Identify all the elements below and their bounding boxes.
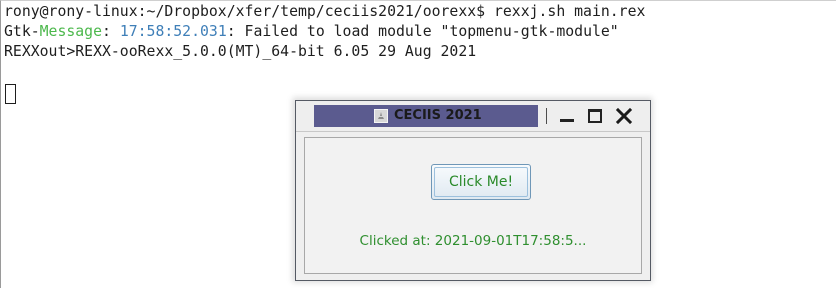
maximize-icon — [588, 109, 602, 123]
minimize-icon — [560, 119, 574, 122]
java-app-icon — [374, 109, 388, 123]
window-title: CECIIS 2021 — [394, 108, 482, 123]
terminal-rexx-output-line: REXXout>REXX-ooRexx_5.0.0(MT)_64-bit 6.0… — [4, 43, 477, 60]
terminal-cursor — [5, 84, 16, 104]
clicked-at-status: Clicked at: 2021-09-01T17:58:5... — [359, 233, 587, 249]
gtk-message-label: Message — [39, 23, 102, 40]
minimize-button[interactable] — [556, 104, 578, 128]
gtk-timestamp: 17:58:52.031 — [119, 23, 227, 40]
gtk-message-text: : Failed to load module "topmenu-gtk-mod… — [226, 23, 619, 40]
maximize-button[interactable] — [585, 104, 607, 128]
terminal-prompt-line: rony@rony-linux:~/Dropbox/xfer/temp/ceci… — [4, 3, 646, 20]
button-focus-ring — [434, 167, 528, 197]
gtk-colon: : — [102, 23, 120, 40]
title-bar[interactable]: CECIIS 2021 — [296, 101, 650, 132]
terminal-gtk-message-line: Gtk-Message: 17:58:52.031: Failed to loa… — [4, 22, 619, 42]
title-bar-active-region[interactable]: CECIIS 2021 — [314, 105, 538, 127]
close-icon — [615, 107, 633, 125]
title-bar-separator — [546, 108, 547, 124]
click-me-button[interactable]: Click Me! — [431, 164, 531, 200]
dialog-content-panel: Click Me! Clicked at: 2021-09-01T17:58:5… — [304, 137, 642, 274]
close-button[interactable] — [613, 104, 635, 128]
dialog-window[interactable]: CECIIS 2021 Click Me! Clicked at: 2021-0… — [295, 100, 651, 281]
gtk-prefix: Gtk- — [4, 23, 40, 40]
